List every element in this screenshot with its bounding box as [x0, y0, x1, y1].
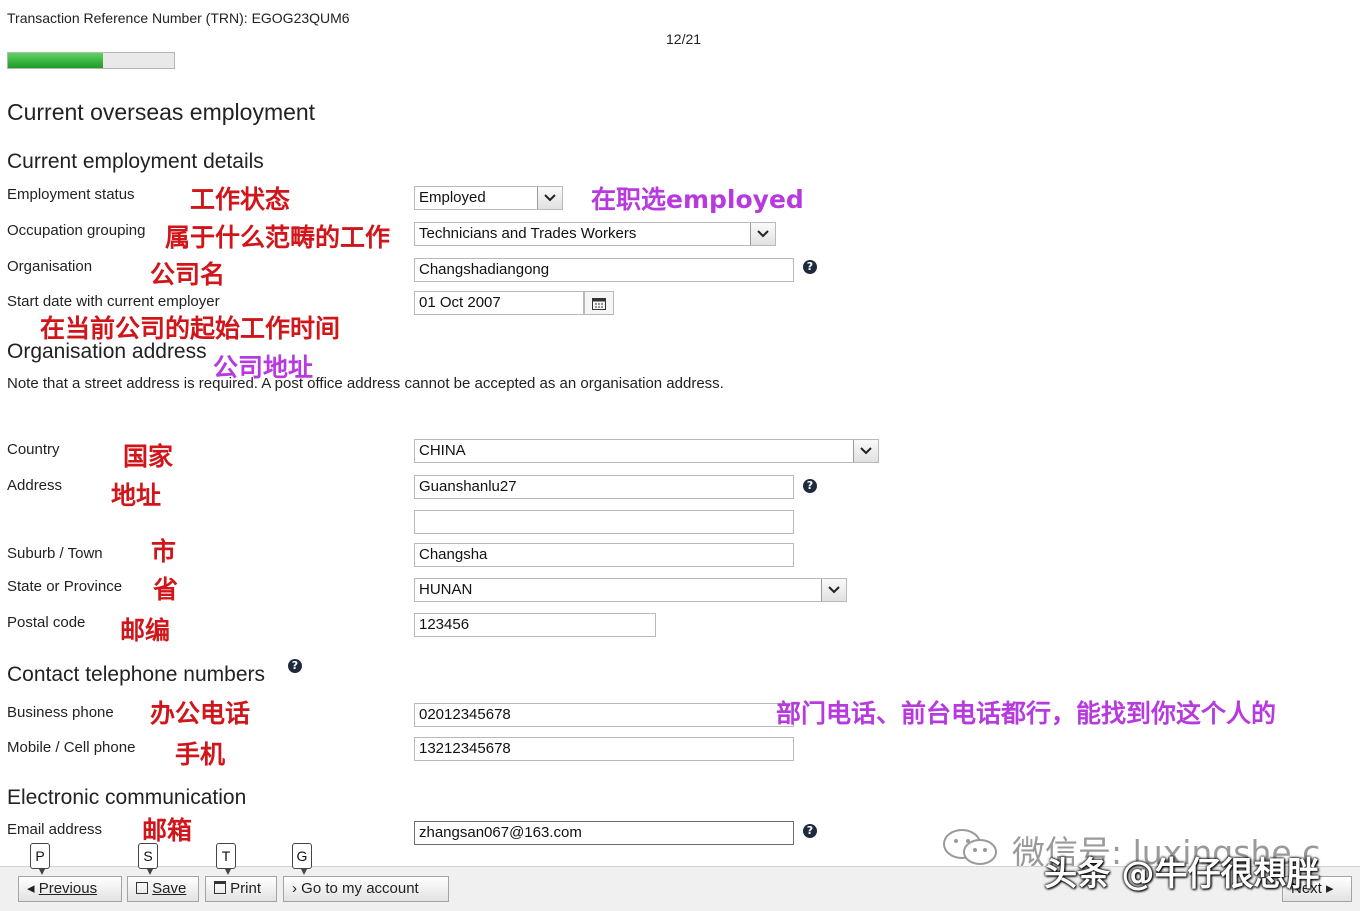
toutiao-watermark: 头条 @牛仔很想胖 — [1044, 854, 1320, 893]
trn-label: Transaction Reference Number (TRN): EGOG… — [7, 10, 350, 26]
employment-status-label: Employment status — [7, 186, 135, 203]
state-select[interactable]: HUNAN — [414, 578, 847, 602]
address-label: Address — [7, 477, 63, 494]
chevron-right-icon: › — [292, 880, 297, 897]
page-counter: 12/21 — [666, 31, 702, 47]
print-button[interactable]: Print — [205, 876, 277, 902]
email-annotation: 邮箱 — [142, 816, 193, 845]
state-annotation: 省 — [153, 575, 179, 604]
progress-bar — [7, 52, 175, 69]
email-label: Email address — [7, 821, 103, 838]
organisation-input[interactable]: Changshadiangong — [414, 258, 794, 282]
business-phone-annotation: 办公电话 — [150, 699, 251, 728]
shortcut-key-p: P — [30, 843, 50, 875]
chevron-left-icon: ◂ — [27, 880, 35, 897]
country-label: Country — [7, 441, 60, 458]
postal-label: Postal code — [7, 614, 86, 631]
postal-input[interactable]: 123456 — [414, 613, 656, 637]
save-label: Save — [152, 880, 187, 897]
phones-heading: Contact telephone numbers — [7, 663, 265, 686]
progress-fill — [8, 53, 103, 68]
address-heading: Organisation address — [7, 340, 207, 363]
chevron-right-icon: ▸ — [1326, 880, 1334, 897]
printer-icon — [214, 881, 226, 894]
address-note: Note that a street address is required. … — [7, 375, 724, 392]
address-line1-input[interactable]: Guanshanlu27 — [414, 475, 794, 499]
chevron-down-icon[interactable] — [750, 223, 775, 245]
employment-status-note: 在职选employed — [591, 185, 804, 214]
start-date-input[interactable]: 01 Oct 2007 — [414, 291, 584, 315]
occupation-label: Occupation grouping — [7, 222, 146, 239]
email-input[interactable]: zhangsan067@163.com — [414, 821, 794, 845]
mobile-annotation: 手机 — [175, 740, 226, 769]
state-label: State or Province — [7, 578, 123, 595]
suburb-label: Suburb / Town — [7, 545, 103, 562]
trn-value: EGOG23QUM6 — [251, 10, 350, 26]
mobile-label: Mobile / Cell phone — [7, 739, 136, 756]
occupation-select[interactable]: Technicians and Trades Workers — [414, 222, 776, 246]
chevron-down-icon[interactable] — [821, 579, 846, 601]
shortcut-key-s: S — [138, 843, 158, 875]
help-icon[interactable]: ? — [803, 479, 817, 493]
shortcut-key-t: T — [216, 843, 236, 875]
occupation-annotation: 属于什么范畴的工作 — [165, 223, 391, 252]
organisation-label: Organisation — [7, 258, 93, 275]
wechat-logo-icon — [938, 826, 1002, 871]
business-phone-note: 部门电话、前台电话都行，能找到你这个人的 — [776, 699, 1277, 728]
chevron-down-icon[interactable] — [537, 187, 562, 209]
page-title: Current overseas employment — [7, 99, 316, 125]
electronic-heading: Electronic communication — [7, 786, 247, 809]
state-value: HUNAN — [419, 581, 473, 598]
organisation-annotation: 公司名 — [150, 260, 226, 289]
employment-status-select[interactable]: Employed — [414, 186, 563, 210]
start-date-label: Start date with current employer — [7, 293, 220, 310]
suburb-input[interactable]: Changsha — [414, 543, 794, 567]
occupation-value: Technicians and Trades Workers — [419, 225, 637, 242]
mobile-input[interactable]: 13212345678 — [414, 737, 794, 761]
address-line2-input[interactable] — [414, 510, 794, 534]
calendar-icon[interactable] — [584, 291, 614, 315]
print-label: Print — [230, 880, 262, 897]
business-phone-input[interactable]: 02012345678 — [414, 703, 794, 727]
employment-status-annotation: 工作状态 — [190, 185, 291, 214]
shortcut-key-g: G — [292, 843, 312, 875]
suburb-annotation: 市 — [151, 537, 177, 566]
address-annotation: 地址 — [111, 481, 162, 510]
details-heading: Current employment details — [7, 150, 264, 173]
save-button[interactable]: Save — [127, 876, 199, 902]
business-phone-label: Business phone — [7, 704, 114, 721]
help-icon[interactable]: ? — [803, 260, 817, 274]
account-label: Go to my account — [301, 880, 419, 897]
postal-annotation: 邮编 — [120, 616, 171, 645]
help-icon[interactable]: ? — [803, 824, 817, 838]
save-icon — [136, 882, 148, 894]
employment-status-value: Employed — [419, 189, 486, 206]
country-annotation: 国家 — [123, 442, 174, 471]
chevron-down-icon[interactable] — [853, 440, 878, 462]
country-select[interactable]: CHINA — [414, 439, 879, 463]
previous-label: Previous — [38, 880, 98, 897]
help-icon[interactable]: ? — [288, 659, 302, 673]
previous-button[interactable]: ◂ Previous — [18, 876, 122, 902]
country-value: CHINA — [419, 442, 466, 459]
go-to-account-button[interactable]: › Go to my account — [283, 876, 449, 902]
